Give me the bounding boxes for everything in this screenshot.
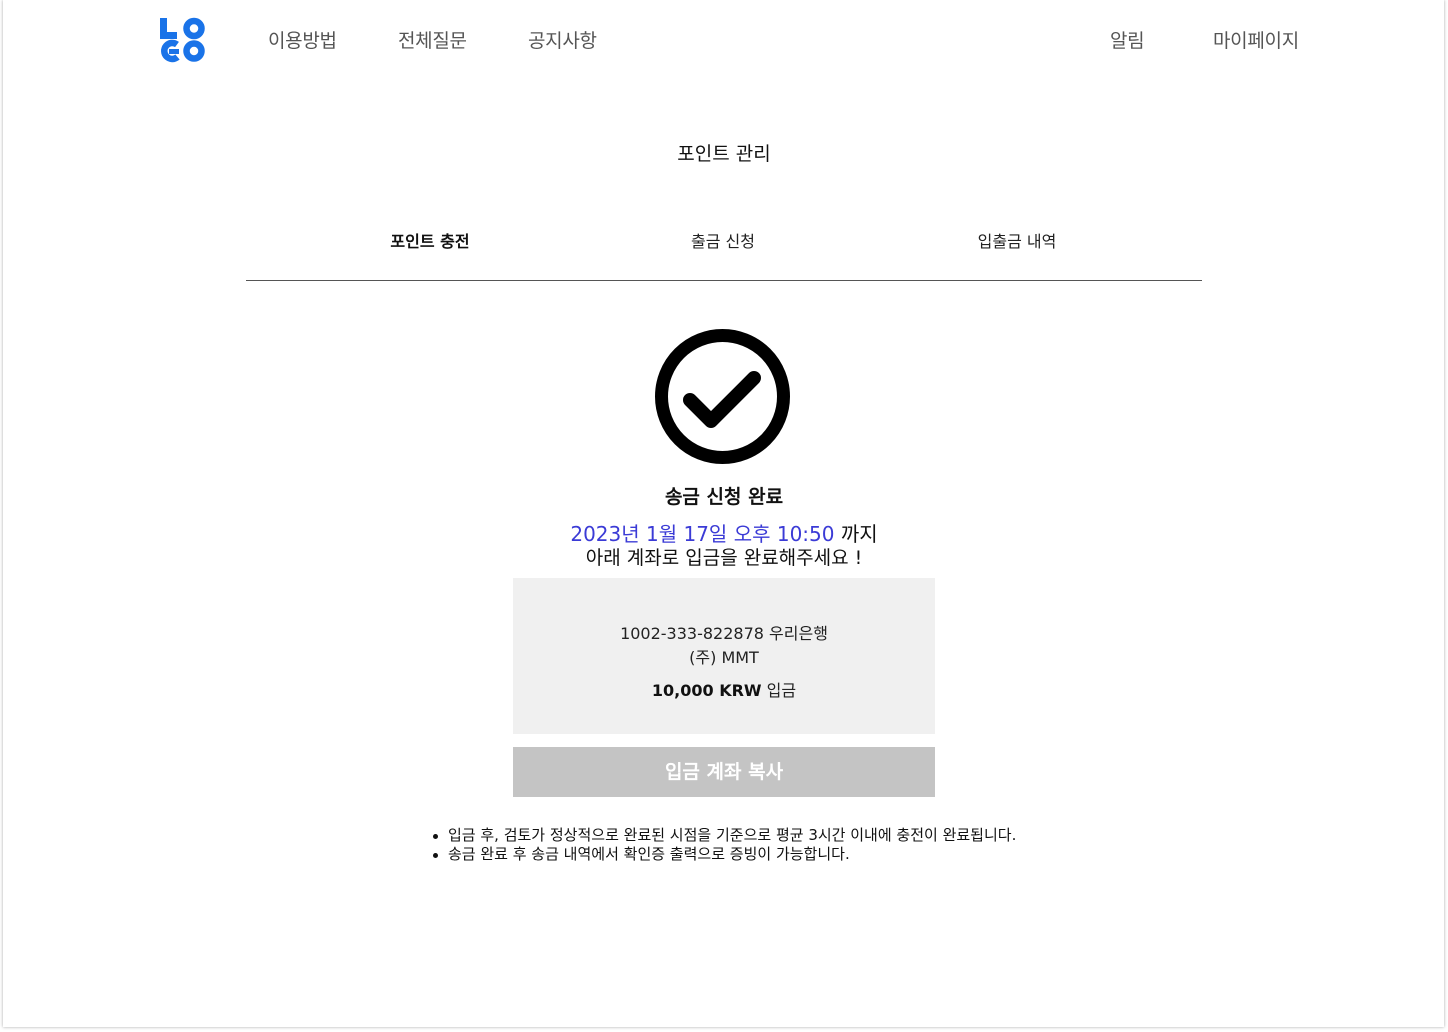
page-title: 포인트 관리 — [677, 143, 771, 165]
tab-withdraw-request[interactable]: 출금 신청 — [623, 228, 823, 252]
tab-transaction-history[interactable]: 입출금 내역 — [917, 228, 1117, 252]
account-holder: (주) MMT — [689, 648, 759, 667]
deposit-amount-suffix: 입금 — [766, 681, 797, 700]
tab-point-charge[interactable]: 포인트 충전 — [330, 228, 530, 252]
deposit-amount: 10,000 KRW — [651, 681, 762, 700]
note-item: 입금 후, 검토가 정상적으로 완료된 시점을 기준으로 평균 3시간 이내에 … — [430, 826, 1020, 845]
nav-my-page[interactable]: 마이페이지 — [1213, 26, 1299, 53]
nav-notices[interactable]: 공지사항 — [528, 26, 597, 53]
account-number: 1002-333-822878 우리은행 — [620, 624, 828, 643]
check-circle-icon — [654, 328, 791, 465]
nav-how-to-use[interactable]: 이용방법 — [268, 26, 337, 53]
nav-all-questions[interactable]: 전체질문 — [398, 26, 467, 53]
tabs-divider — [246, 280, 1202, 281]
notes-list: 입금 후, 검토가 정상적으로 완료된 시점을 기준으로 평균 3시간 이내에 … — [430, 826, 1020, 864]
deposit-amount-line: 10,000 KRW 입금 — [513, 677, 935, 701]
deposit-instruction: 아래 계좌로 입금을 완료해주세요 ! — [585, 547, 863, 569]
note-item: 송금 완료 후 송금 내역에서 확인증 출력으로 증빙이 가능합니다. — [430, 845, 1020, 864]
account-info-box: 1002-333-822878 우리은행 (주) MMT 10,000 KRW … — [513, 578, 935, 734]
logo[interactable] — [158, 17, 206, 63]
success-title: 송금 신청 완료 — [664, 486, 784, 508]
logo-mark — [160, 17, 205, 63]
copy-account-button[interactable]: 입금 계좌 복사 — [513, 747, 935, 797]
nav-alerts[interactable]: 알림 — [1110, 26, 1145, 53]
